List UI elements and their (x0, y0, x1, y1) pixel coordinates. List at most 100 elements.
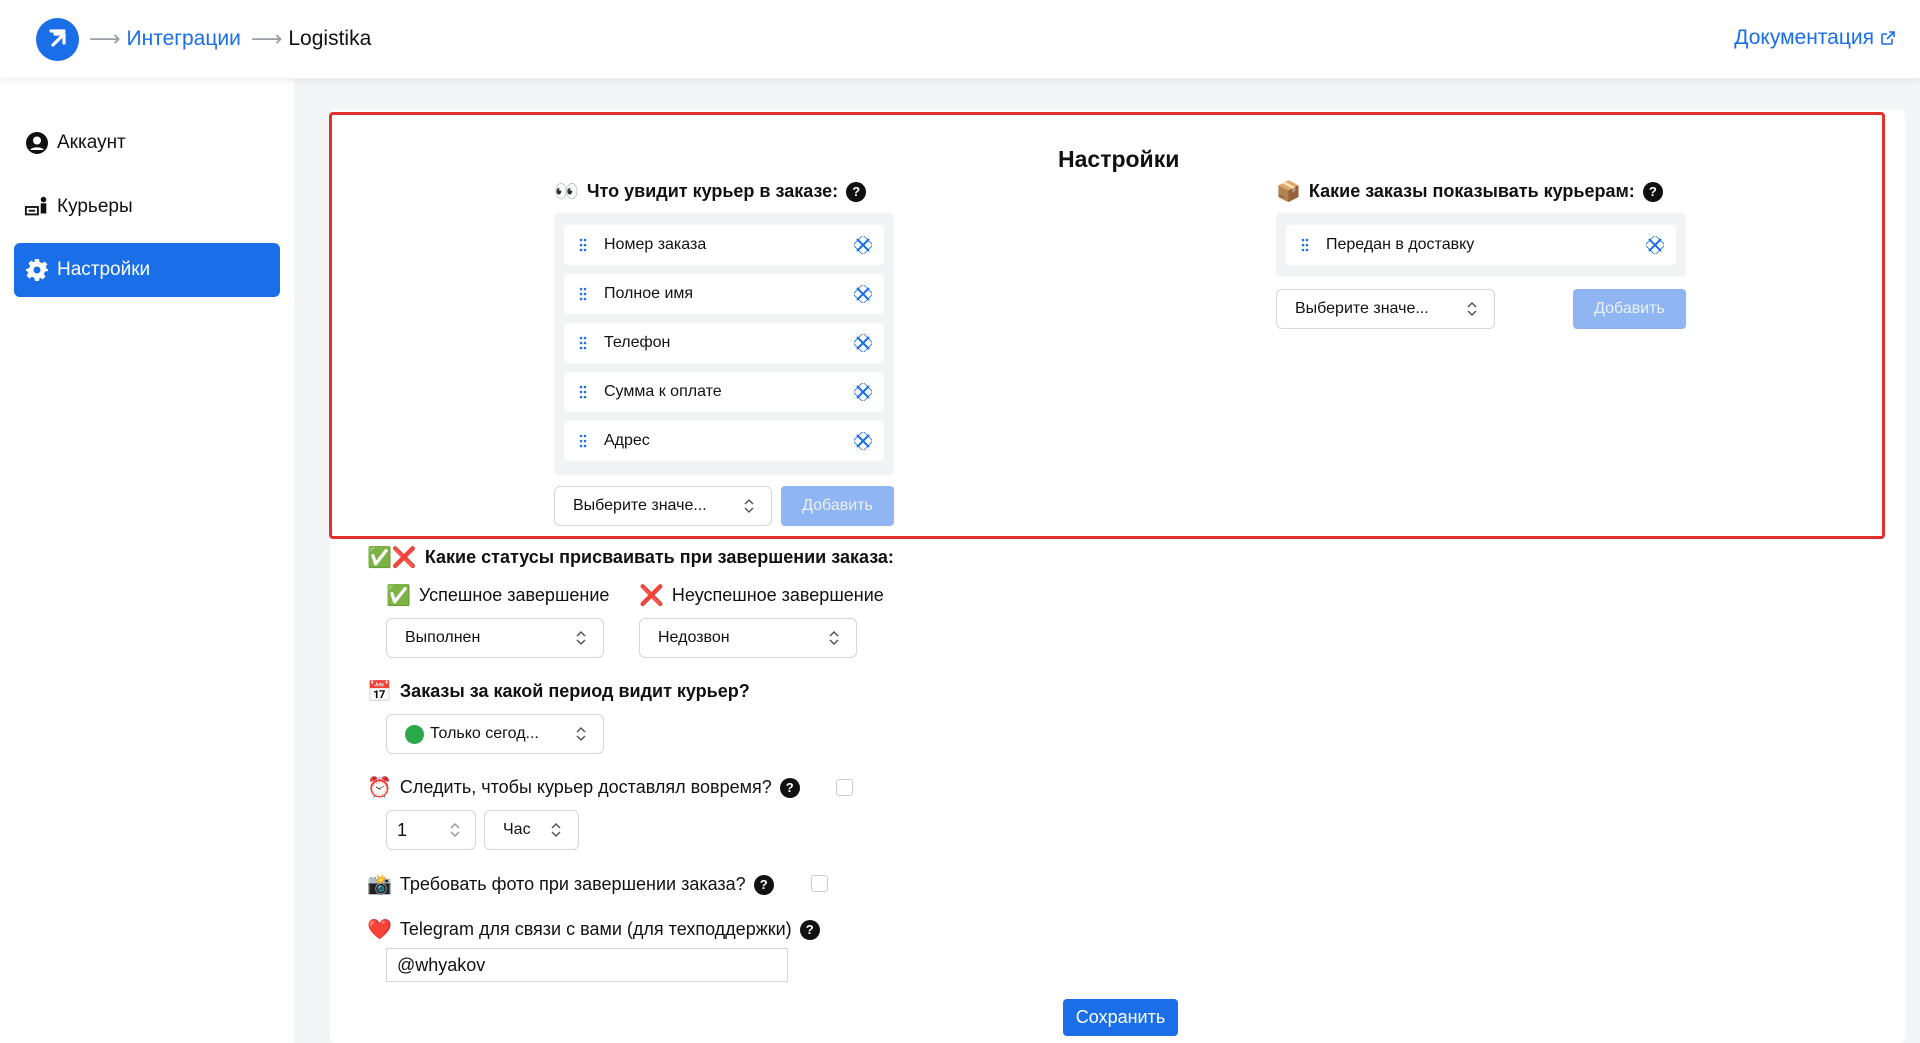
timing-label-text: Следить, чтобы курьер доставлял вовремя? (399, 777, 772, 797)
page-title: Настройки (1058, 146, 1180, 172)
app-logo-icon[interactable] (36, 17, 79, 61)
cross-mark-icon: ❌ (639, 585, 664, 607)
documentation-link[interactable]: Документация (1734, 26, 1896, 50)
list-item[interactable]: Адрес (564, 421, 884, 461)
eyes-icon: 👀 (554, 181, 579, 203)
sidebar-item-account[interactable]: Аккаунт (14, 116, 280, 170)
timing-unit-select[interactable]: Час (484, 810, 579, 850)
add-orders-filter-button[interactable]: Добавить (1573, 289, 1686, 329)
remove-icon[interactable] (854, 285, 872, 303)
sidebar-item-label: Аккаунт (57, 132, 126, 153)
chevron-up-down-icon (829, 630, 839, 646)
list-item[interactable]: Телефон (564, 323, 884, 363)
external-link-icon (1881, 31, 1895, 45)
save-button[interactable]: Сохранить (1063, 999, 1178, 1036)
fail-status-label-text: Неуспешное завершение (671, 585, 884, 605)
orders-filter-select[interactable]: Выберите значе... (1276, 289, 1495, 329)
help-icon[interactable]: ? (753, 874, 774, 895)
remove-icon[interactable] (854, 383, 872, 401)
drag-handle-icon[interactable] (576, 385, 590, 399)
top-header: ⟶ Интеграции ⟶ Logistika Документация (0, 0, 1920, 78)
list-item-label: Сумма к оплате (604, 383, 722, 400)
list-item[interactable]: Передан в доставку (1286, 225, 1676, 265)
help-icon[interactable]: ? (1642, 181, 1663, 202)
help-icon[interactable]: ? (799, 919, 820, 940)
orders-filter-heading-text: Какие заказы показывать курьерам: (1308, 181, 1635, 201)
user-circle-icon (24, 130, 50, 156)
orders-filter-heading: 📦 Какие заказы показывать курьерам: ? (1276, 179, 1663, 204)
photo-checkbox[interactable] (811, 875, 828, 892)
timing-amount-input[interactable]: 1 (386, 810, 476, 850)
select-value: Выберите значе... (1295, 300, 1429, 317)
breadcrumb-current: Logistika (288, 27, 372, 50)
photo-label: 📸 Требовать фото при завершении заказа? … (367, 872, 774, 897)
drag-handle-icon[interactable] (576, 238, 590, 252)
photo-label-text: Требовать фото при завершении заказа? (399, 874, 746, 894)
calendar-icon: 📅 (367, 681, 392, 703)
courier-icon (24, 194, 50, 220)
help-icon[interactable]: ? (846, 181, 867, 202)
statuses-heading-text: Какие статусы присваивать при завершении… (424, 547, 894, 567)
list-item-label: Полное имя (604, 285, 694, 302)
telegram-label: ❤️ Telegram для связи с вами (для техпод… (367, 917, 820, 942)
period-select[interactable]: Только сегод... (386, 714, 604, 754)
fail-status-label: ❌ Неуспешное завершение (639, 583, 884, 608)
success-status-label-text: Успешное завершение (418, 585, 610, 605)
timing-label: ⏰ Следить, чтобы курьер доставлял воврем… (367, 775, 800, 800)
breadcrumb-arrow-icon: ⟶ (250, 26, 283, 51)
help-icon[interactable]: ? (779, 777, 800, 798)
courier-field-select[interactable]: Выберите значе... (554, 486, 772, 526)
remove-icon[interactable] (854, 432, 872, 450)
select-value: Час (503, 821, 531, 838)
list-item-label: Передан в доставку (1326, 236, 1475, 253)
drag-handle-icon[interactable] (576, 434, 590, 448)
select-value: Выполнен (405, 629, 481, 646)
chevron-up-down-icon (576, 630, 586, 646)
documentation-label: Документация (1734, 26, 1874, 49)
drag-handle-icon[interactable] (576, 336, 590, 350)
telegram-input[interactable]: @whyakov (386, 948, 788, 982)
green-circle-icon (405, 724, 424, 744)
chevron-up-down-icon (551, 822, 561, 838)
heart-icon: ❤️ (367, 919, 392, 941)
sidebar-item-settings[interactable]: Настройки (14, 243, 280, 297)
courier-fields-heading: 👀 Что увидит курьер в заказе: ? (554, 179, 867, 204)
list-item[interactable]: Номер заказа (564, 225, 884, 265)
alarm-clock-icon: ⏰ (367, 777, 392, 799)
timing-amount-value: 1 (397, 819, 408, 840)
select-value: Выберите значе... (573, 497, 707, 514)
fail-status-select[interactable]: Недозвон (639, 618, 857, 658)
success-status-select[interactable]: Выполнен (386, 618, 604, 658)
sidebar: Аккаунт Курьеры Настройки (0, 78, 294, 1043)
status-check-cross-icon: ✅❌ (367, 547, 417, 569)
chevron-up-down-icon (744, 498, 754, 514)
list-item[interactable]: Сумма к оплате (564, 372, 884, 412)
remove-icon[interactable] (854, 236, 872, 254)
remove-icon[interactable] (854, 334, 872, 352)
stepper-icon[interactable] (449, 821, 461, 839)
sidebar-item-label: Настройки (57, 259, 151, 280)
success-status-label: ✅ Успешное завершение (386, 583, 609, 608)
statuses-heading: ✅❌ Какие статусы присваивать при заверше… (367, 545, 894, 570)
add-courier-field-button[interactable]: Добавить (781, 486, 894, 526)
sidebar-item-label: Курьеры (57, 196, 133, 217)
check-mark-icon: ✅ (386, 585, 411, 607)
chevron-up-down-icon (1467, 301, 1477, 317)
timing-checkbox[interactable] (836, 779, 853, 796)
list-item-label: Номер заказа (604, 236, 707, 253)
drag-handle-icon[interactable] (576, 287, 590, 301)
breadcrumb-arrow-icon: ⟶ (89, 26, 121, 51)
period-heading-text: Заказы за какой период видит курьер? (399, 681, 750, 701)
gear-icon (24, 257, 50, 283)
select-value: Только сегод... (430, 725, 539, 742)
telegram-input-value: @whyakov (397, 954, 486, 975)
list-item[interactable]: Полное имя (564, 274, 884, 314)
sidebar-item-couriers[interactable]: Курьеры (14, 180, 280, 234)
select-value: Недозвон (658, 629, 730, 646)
period-heading: 📅 Заказы за какой период видит курьер? (367, 679, 750, 704)
remove-icon[interactable] (1646, 236, 1664, 254)
camera-flash-icon: 📸 (367, 874, 392, 896)
breadcrumb-integrations-link[interactable]: Интеграции (127, 27, 241, 51)
drag-handle-icon[interactable] (1298, 238, 1312, 252)
orders-filter-list: Передан в доставку (1276, 213, 1686, 277)
